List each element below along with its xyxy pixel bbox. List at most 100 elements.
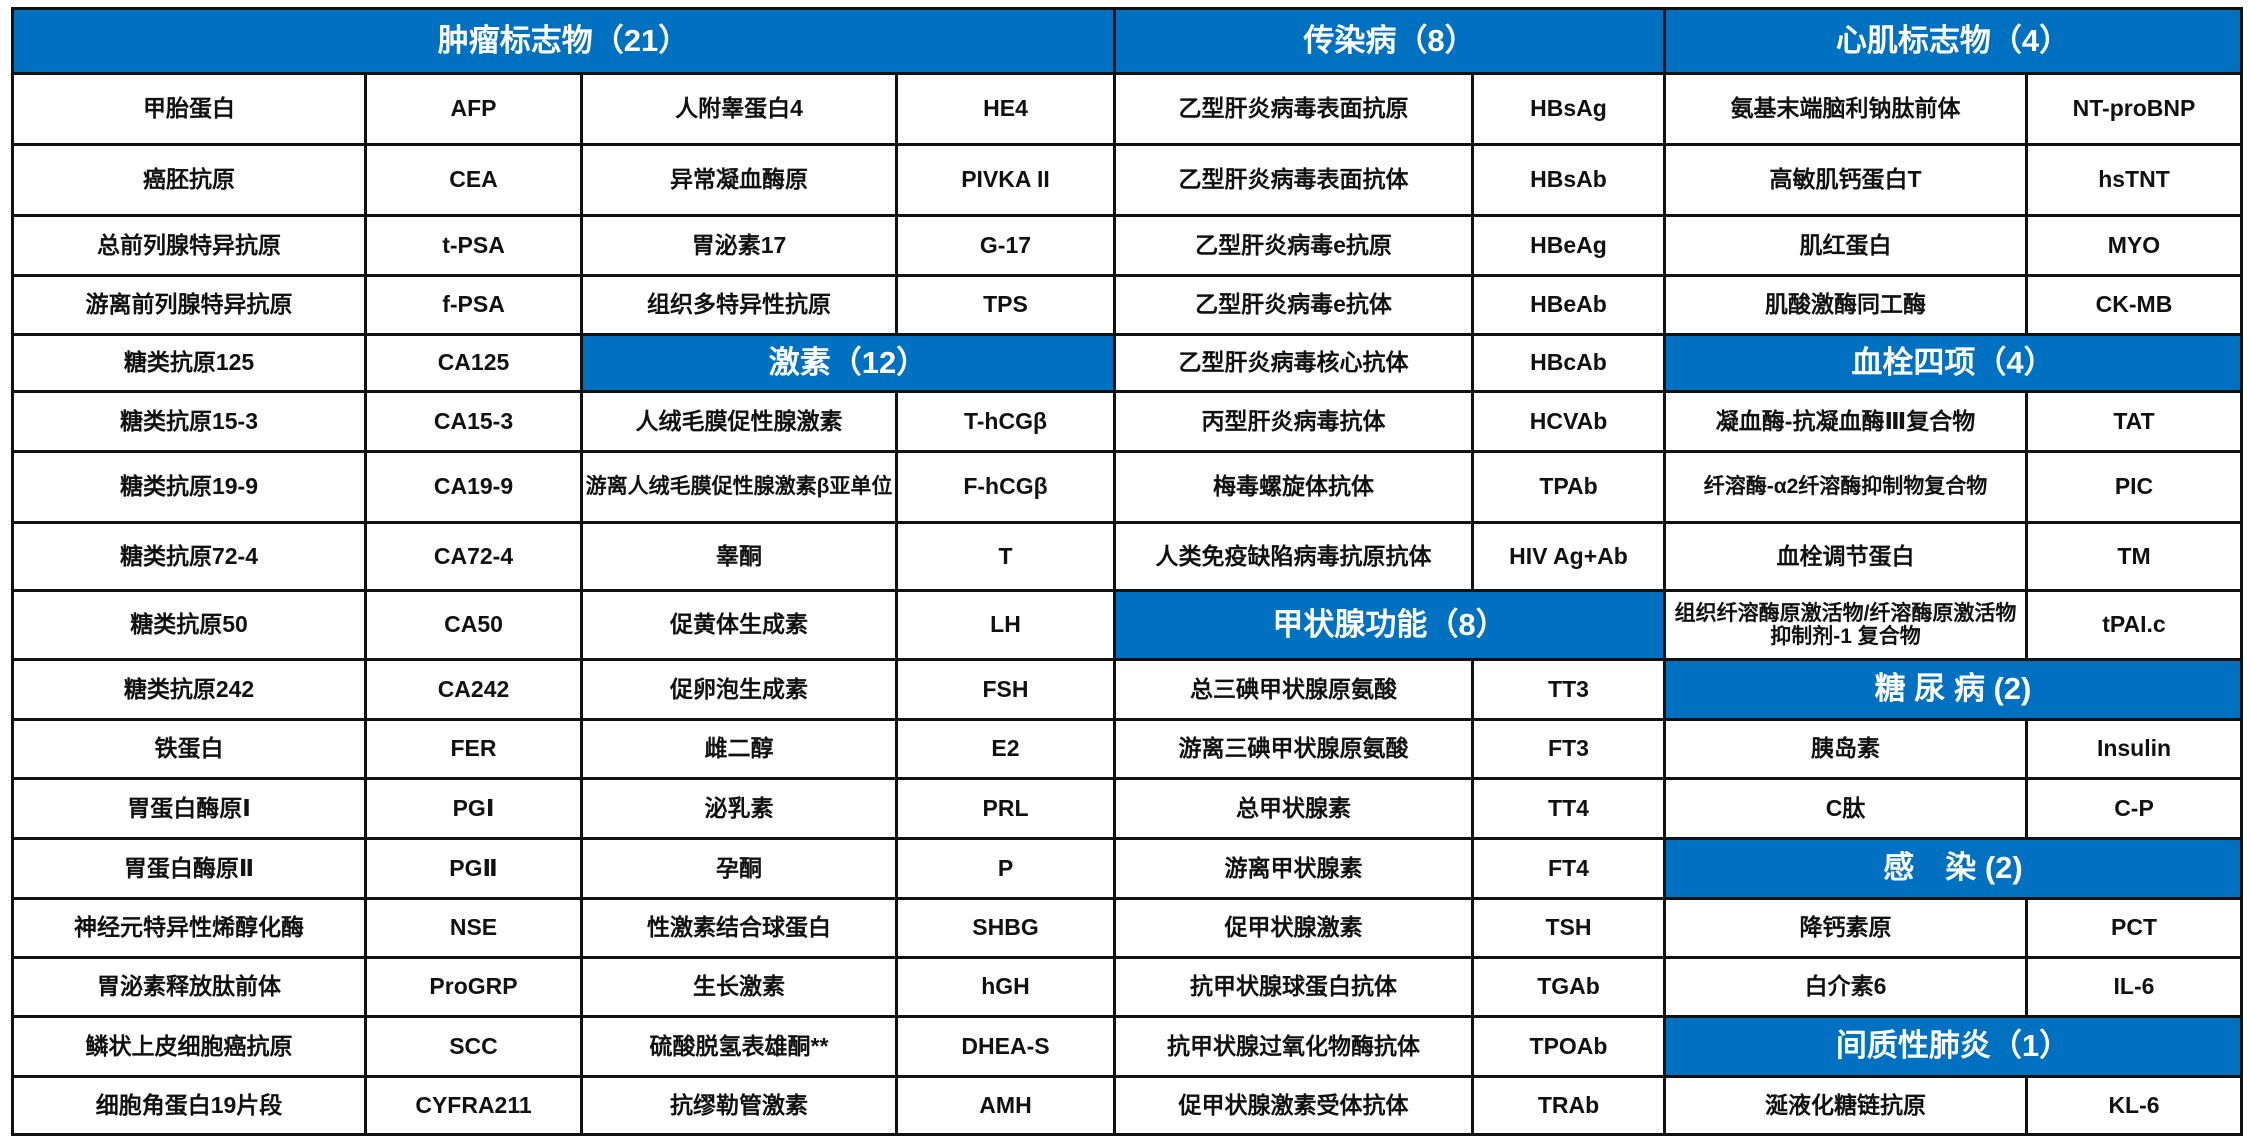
test-abbr-cell: TPAb [1474,453,1666,524]
test-abbr-cell: CA242 [367,661,583,721]
test-name-cell: C肽 [1666,780,2028,840]
test-name-cell: 糖类抗原72-4 [14,524,367,592]
test-name-cell: 促卵泡生成素 [583,661,898,721]
test-name-cell: 人绒毛膜促性腺激素 [583,393,898,453]
test-abbr-cell: PGⅠ [367,780,583,840]
test-name-cell: 乙型肝炎病毒表面抗原 [1116,75,1474,146]
test-name-cell: 糖类抗原19-9 [14,453,367,524]
test-abbr-cell: KL-6 [2028,1078,2243,1136]
test-name-cell: 乙型肝炎病毒e抗体 [1116,277,1474,336]
test-abbr-cell: CA19-9 [367,453,583,524]
section-header-ild: 间质性肺炎（1） [1666,1018,2243,1078]
test-abbr-cell: TAT [2028,393,2243,453]
test-name-cell: 胃泌素释放肽前体 [14,959,367,1018]
test-name-cell: 氨基末端脑利钠肽前体 [1666,75,2028,146]
test-name-cell: 胃蛋白酶原Ⅰ [14,780,367,840]
test-name-cell: 凝血酶-抗凝血酶Ⅲ复合物 [1666,393,2028,453]
test-abbr-cell: TT3 [1474,661,1666,721]
test-abbr-cell: LH [898,592,1116,661]
test-name-cell: 游离三碘甲状腺原氨酸 [1116,721,1474,780]
test-name-cell: 乙型肝炎病毒核心抗体 [1116,336,1474,393]
test-abbr-cell: PGⅡ [367,840,583,900]
test-name-cell: 总三碘甲状腺原氨酸 [1116,661,1474,721]
test-name-cell: 高敏肌钙蛋白T [1666,146,2028,217]
test-abbr-cell: tPAI.c [2028,592,2243,661]
test-name-cell: 细胞角蛋白19片段 [14,1078,367,1136]
test-abbr-cell: TT4 [1474,780,1666,840]
test-name-cell: 性激素结合球蛋白 [583,900,898,959]
test-abbr-cell: AFP [367,75,583,146]
test-name-cell: 抗缪勒管激素 [583,1078,898,1136]
test-abbr-cell: C-P [2028,780,2243,840]
test-abbr-cell: TPS [898,277,1116,336]
test-abbr-cell: FT3 [1474,721,1666,780]
test-name-cell: 乙型肝炎病毒表面抗体 [1116,146,1474,217]
test-abbr-cell: P [898,840,1116,900]
test-abbr-cell: HBsAb [1474,146,1666,217]
test-abbr-cell: AMH [898,1078,1116,1136]
test-name-cell: 糖类抗原125 [14,336,367,393]
test-abbr-cell: DHEA-S [898,1018,1116,1078]
test-name-cell: 人附睾蛋白4 [583,75,898,146]
test-abbr-cell: CK-MB [2028,277,2243,336]
section-header-diabetes: 糖 尿 病 (2) [1666,661,2243,721]
test-name-cell: 泌乳素 [583,780,898,840]
test-name-cell: 促甲状腺激素 [1116,900,1474,959]
test-name-cell: 铁蛋白 [14,721,367,780]
test-abbr-cell: TSH [1474,900,1666,959]
test-name-cell: 抗甲状腺球蛋白抗体 [1116,959,1474,1018]
test-name-cell: 胃蛋白酶原Ⅱ [14,840,367,900]
test-abbr-cell: HBeAg [1474,217,1666,277]
test-name-cell: 梅毒螺旋体抗体 [1116,453,1474,524]
test-abbr-cell: PIC [2028,453,2243,524]
test-abbr-cell: ProGRP [367,959,583,1018]
test-abbr-cell: IL-6 [2028,959,2243,1018]
test-name-cell: 组织多特异性抗原 [583,277,898,336]
test-name-cell: 人类免疫缺陷病毒抗原抗体 [1116,524,1474,592]
test-name-cell: 肌酸激酶同工酶 [1666,277,2028,336]
test-abbr-cell: F-hCGβ [898,453,1116,524]
test-name-cell: 总甲状腺素 [1116,780,1474,840]
section-header-hormone: 激素（12） [583,336,1116,393]
test-name-cell: 乙型肝炎病毒e抗原 [1116,217,1474,277]
test-name-cell: 丙型肝炎病毒抗体 [1116,393,1474,453]
test-name-cell: 糖类抗原50 [14,592,367,661]
section-header-cardiac: 心肌标志物（4） [1666,10,2243,75]
test-name-cell: 降钙素原 [1666,900,2028,959]
test-name-cell: 睾酮 [583,524,898,592]
test-abbr-cell: t-PSA [367,217,583,277]
test-abbr-cell: CA125 [367,336,583,393]
test-name-cell: 促黄体生成素 [583,592,898,661]
test-name-cell: 游离前列腺特异抗原 [14,277,367,336]
test-abbr-cell: Insulin [2028,721,2243,780]
test-abbr-cell: CA72-4 [367,524,583,592]
test-abbr-cell: HIV Ag+Ab [1474,524,1666,592]
test-name-cell: 血栓调节蛋白 [1666,524,2028,592]
test-name-cell: 癌胚抗原 [14,146,367,217]
test-name-cell: 异常凝血酶原 [583,146,898,217]
test-abbr-cell: G-17 [898,217,1116,277]
test-abbr-cell: hGH [898,959,1116,1018]
test-name-cell: 纤溶酶-α2纤溶酶抑制物复合物 [1666,453,2028,524]
test-name-cell: 组织纤溶酶原激活物/纤溶酶原激活物抑制剂-1 复合物 [1666,592,2028,661]
section-header-thyroid: 甲状腺功能（8） [1116,592,1666,661]
test-name-cell: 涎液化糖链抗原 [1666,1078,2028,1136]
section-header-infectious: 传染病（8） [1116,10,1666,75]
section-header-infection: 感 染 (2) [1666,840,2243,900]
test-abbr-cell: SHBG [898,900,1116,959]
test-abbr-cell: T [898,524,1116,592]
test-abbr-cell: TM [2028,524,2243,592]
test-name-cell: 糖类抗原15-3 [14,393,367,453]
test-name-cell: 硫酸脱氢表雄酮** [583,1018,898,1078]
test-abbr-cell: PCT [2028,900,2243,959]
test-abbr-cell: FSH [898,661,1116,721]
section-header-tumor: 肿瘤标志物（21） [14,10,1116,75]
test-name-cell: 游离人绒毛膜促性腺激素β亚单位 [583,453,898,524]
test-items-table: 肿瘤标志物（21） 甲胎蛋白 AFP 癌胚抗原 CEA 总前列腺特异抗原 t-PSA 游离前列… [11,7,2243,1136]
test-abbr-cell: HBeAb [1474,277,1666,336]
test-abbr-cell: FT4 [1474,840,1666,900]
test-name-cell: 鳞状上皮细胞癌抗原 [14,1018,367,1078]
test-name-cell: 白介素6 [1666,959,2028,1018]
test-abbr-cell: CYFRA211 [367,1078,583,1136]
test-abbr-cell: NT-proBNP [2028,75,2243,146]
